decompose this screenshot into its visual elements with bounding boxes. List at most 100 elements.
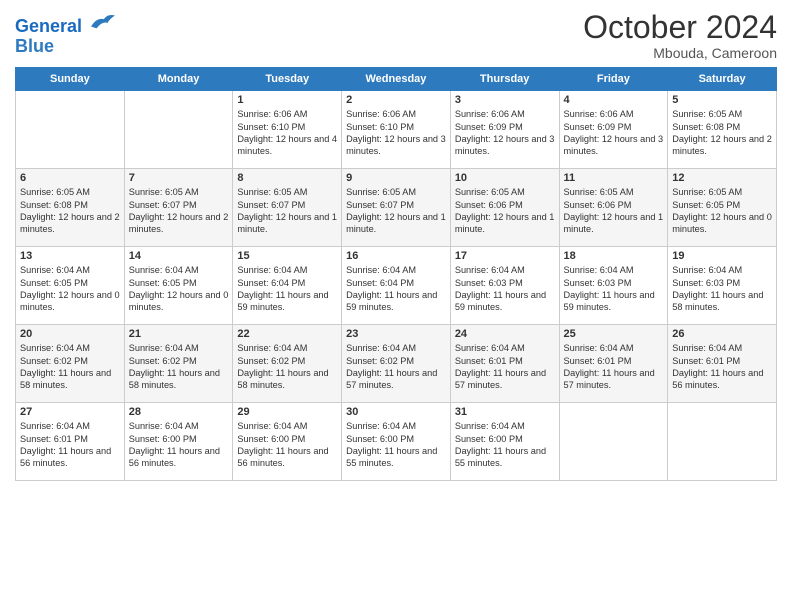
day-info: Daylight: 12 hours and 2 minutes. bbox=[129, 211, 229, 236]
day-number: 3 bbox=[455, 94, 555, 106]
day-info: Sunrise: 6:05 AM bbox=[129, 186, 229, 198]
day-number: 28 bbox=[129, 406, 229, 418]
day-info: Sunset: 6:00 PM bbox=[346, 433, 446, 445]
weekday-header-wednesday: Wednesday bbox=[342, 68, 451, 91]
day-info: Sunrise: 6:04 AM bbox=[672, 264, 772, 276]
day-info: Sunrise: 6:05 AM bbox=[455, 186, 555, 198]
day-number: 25 bbox=[564, 328, 664, 340]
calendar-cell: 21Sunrise: 6:04 AMSunset: 6:02 PMDayligh… bbox=[124, 325, 233, 403]
week-row-5: 27Sunrise: 6:04 AMSunset: 6:01 PMDayligh… bbox=[16, 403, 777, 481]
day-info: Sunset: 6:01 PM bbox=[672, 355, 772, 367]
calendar-cell: 26Sunrise: 6:04 AMSunset: 6:01 PMDayligh… bbox=[668, 325, 777, 403]
calendar-cell: 5Sunrise: 6:05 AMSunset: 6:08 PMDaylight… bbox=[668, 91, 777, 169]
day-number: 30 bbox=[346, 406, 446, 418]
day-info: Sunrise: 6:04 AM bbox=[129, 264, 229, 276]
calendar-cell: 19 Sunrise: 6:04 AMSunset: 6:03 PMDayligh… bbox=[668, 247, 777, 325]
day-info: Sunset: 6:05 PM bbox=[20, 277, 120, 289]
day-info: Sunset: 6:06 PM bbox=[564, 199, 664, 211]
title-block: October 2024 Mbouda, Cameroon bbox=[583, 10, 777, 61]
calendar-cell: 8Sunrise: 6:05 AMSunset: 6:07 PMDaylight… bbox=[233, 169, 342, 247]
day-number: 18 bbox=[564, 250, 664, 262]
day-info: Sunset: 6:00 PM bbox=[237, 433, 337, 445]
day-info: Sunrise: 6:04 AM bbox=[455, 264, 555, 276]
day-info: Daylight: 12 hours and 1 minute. bbox=[455, 211, 555, 236]
day-info: Sunrise: 6:04 AM bbox=[20, 420, 120, 432]
day-info: Daylight: 11 hours and 57 minutes. bbox=[564, 367, 664, 392]
day-number: 6 bbox=[20, 172, 120, 184]
day-info: Daylight: 11 hours and 56 minutes. bbox=[672, 367, 772, 392]
day-info: Sunset: 6:03 PM bbox=[564, 277, 664, 289]
day-number: 19 bbox=[672, 250, 772, 262]
day-info: Daylight: 11 hours and 59 minutes. bbox=[564, 289, 664, 314]
weekday-header-sunday: Sunday bbox=[16, 68, 125, 91]
day-number: 13 bbox=[20, 250, 120, 262]
day-number: 27 bbox=[20, 406, 120, 418]
week-row-4: 20Sunrise: 6:04 AMSunset: 6:02 PMDayligh… bbox=[16, 325, 777, 403]
day-info: Daylight: 12 hours and 0 minutes. bbox=[20, 289, 120, 314]
day-info: Daylight: 11 hours and 58 minutes. bbox=[672, 289, 772, 314]
day-info: Sunset: 6:10 PM bbox=[237, 121, 337, 133]
day-info: Daylight: 12 hours and 3 minutes. bbox=[346, 133, 446, 158]
calendar-cell: 4Sunrise: 6:06 AMSunset: 6:09 PMDaylight… bbox=[559, 91, 668, 169]
day-info: Sunset: 6:02 PM bbox=[346, 355, 446, 367]
day-info: Daylight: 11 hours and 58 minutes. bbox=[20, 367, 120, 392]
day-info: Sunrise: 6:04 AM bbox=[346, 420, 446, 432]
day-info: Sunset: 6:09 PM bbox=[455, 121, 555, 133]
calendar-cell: 12Sunrise: 6:05 AMSunset: 6:05 PMDayligh… bbox=[668, 169, 777, 247]
day-info: Sunset: 6:02 PM bbox=[237, 355, 337, 367]
day-info: Sunrise: 6:04 AM bbox=[237, 342, 337, 354]
weekday-header-monday: Monday bbox=[124, 68, 233, 91]
logo-general: General bbox=[15, 16, 82, 36]
day-info: Sunrise: 6:04 AM bbox=[129, 420, 229, 432]
day-number: 16 bbox=[346, 250, 446, 262]
day-info: Sunrise: 6:05 AM bbox=[20, 186, 120, 198]
day-info: Sunset: 6:03 PM bbox=[672, 277, 772, 289]
day-info: Sunrise: 6:05 AM bbox=[672, 186, 772, 198]
day-info: Daylight: 12 hours and 4 minutes. bbox=[237, 133, 337, 158]
day-info: Daylight: 11 hours and 55 minutes. bbox=[455, 445, 555, 470]
day-info: Sunrise: 6:04 AM bbox=[237, 264, 337, 276]
calendar-cell: 30Sunrise: 6:04 AMSunset: 6:00 PMDayligh… bbox=[342, 403, 451, 481]
day-info: Sunset: 6:05 PM bbox=[672, 199, 772, 211]
calendar-body: 1Sunrise: 6:06 AMSunset: 6:10 PMDaylight… bbox=[16, 91, 777, 481]
calendar-cell: 31Sunrise: 6:04 AMSunset: 6:00 PMDayligh… bbox=[450, 403, 559, 481]
day-info: Sunrise: 6:04 AM bbox=[20, 264, 120, 276]
calendar-cell: 9Sunrise: 6:05 AMSunset: 6:07 PMDaylight… bbox=[342, 169, 451, 247]
day-info: Sunset: 6:03 PM bbox=[455, 277, 555, 289]
day-info: Sunset: 6:07 PM bbox=[237, 199, 337, 211]
day-number: 31 bbox=[455, 406, 555, 418]
weekday-header-thursday: Thursday bbox=[450, 68, 559, 91]
day-info: Sunrise: 6:05 AM bbox=[237, 186, 337, 198]
day-info: Sunset: 6:08 PM bbox=[20, 199, 120, 211]
day-info: Sunrise: 6:04 AM bbox=[455, 420, 555, 432]
day-info: Sunset: 6:04 PM bbox=[237, 277, 337, 289]
day-number: 11 bbox=[564, 172, 664, 184]
day-info: Daylight: 11 hours and 56 minutes. bbox=[237, 445, 337, 470]
day-info: Daylight: 12 hours and 2 minutes. bbox=[672, 133, 772, 158]
calendar-cell: 27Sunrise: 6:04 AMSunset: 6:01 PMDayligh… bbox=[16, 403, 125, 481]
calendar-cell: 20Sunrise: 6:04 AMSunset: 6:02 PMDayligh… bbox=[16, 325, 125, 403]
calendar-cell: 22Sunrise: 6:04 AMSunset: 6:02 PMDayligh… bbox=[233, 325, 342, 403]
weekday-row: SundayMondayTuesdayWednesdayThursdayFrid… bbox=[16, 68, 777, 91]
day-info: Sunrise: 6:06 AM bbox=[455, 108, 555, 120]
day-info: Sunset: 6:01 PM bbox=[20, 433, 120, 445]
logo: General Blue bbox=[15, 10, 117, 57]
day-number: 14 bbox=[129, 250, 229, 262]
day-info: Sunrise: 6:06 AM bbox=[237, 108, 337, 120]
calendar-cell: 17Sunrise: 6:04 AMSunset: 6:03 PMDayligh… bbox=[450, 247, 559, 325]
location-subtitle: Mbouda, Cameroon bbox=[583, 45, 777, 61]
calendar-cell: 29Sunrise: 6:04 AMSunset: 6:00 PMDayligh… bbox=[233, 403, 342, 481]
header: General Blue October 2024 Mbouda, Camero… bbox=[15, 10, 777, 61]
day-info: Daylight: 11 hours and 57 minutes. bbox=[346, 367, 446, 392]
day-info: Sunset: 6:02 PM bbox=[20, 355, 120, 367]
day-info: Sunset: 6:07 PM bbox=[129, 199, 229, 211]
day-info: Sunset: 6:01 PM bbox=[455, 355, 555, 367]
calendar-header: SundayMondayTuesdayWednesdayThursdayFrid… bbox=[16, 68, 777, 91]
calendar-cell: 16Sunrise: 6:04 AMSunset: 6:04 PMDayligh… bbox=[342, 247, 451, 325]
day-info: Daylight: 11 hours and 56 minutes. bbox=[129, 445, 229, 470]
day-number: 23 bbox=[346, 328, 446, 340]
month-title: October 2024 bbox=[583, 10, 777, 45]
day-number: 17 bbox=[455, 250, 555, 262]
day-info: Sunrise: 6:06 AM bbox=[564, 108, 664, 120]
day-info: Sunrise: 6:04 AM bbox=[346, 264, 446, 276]
